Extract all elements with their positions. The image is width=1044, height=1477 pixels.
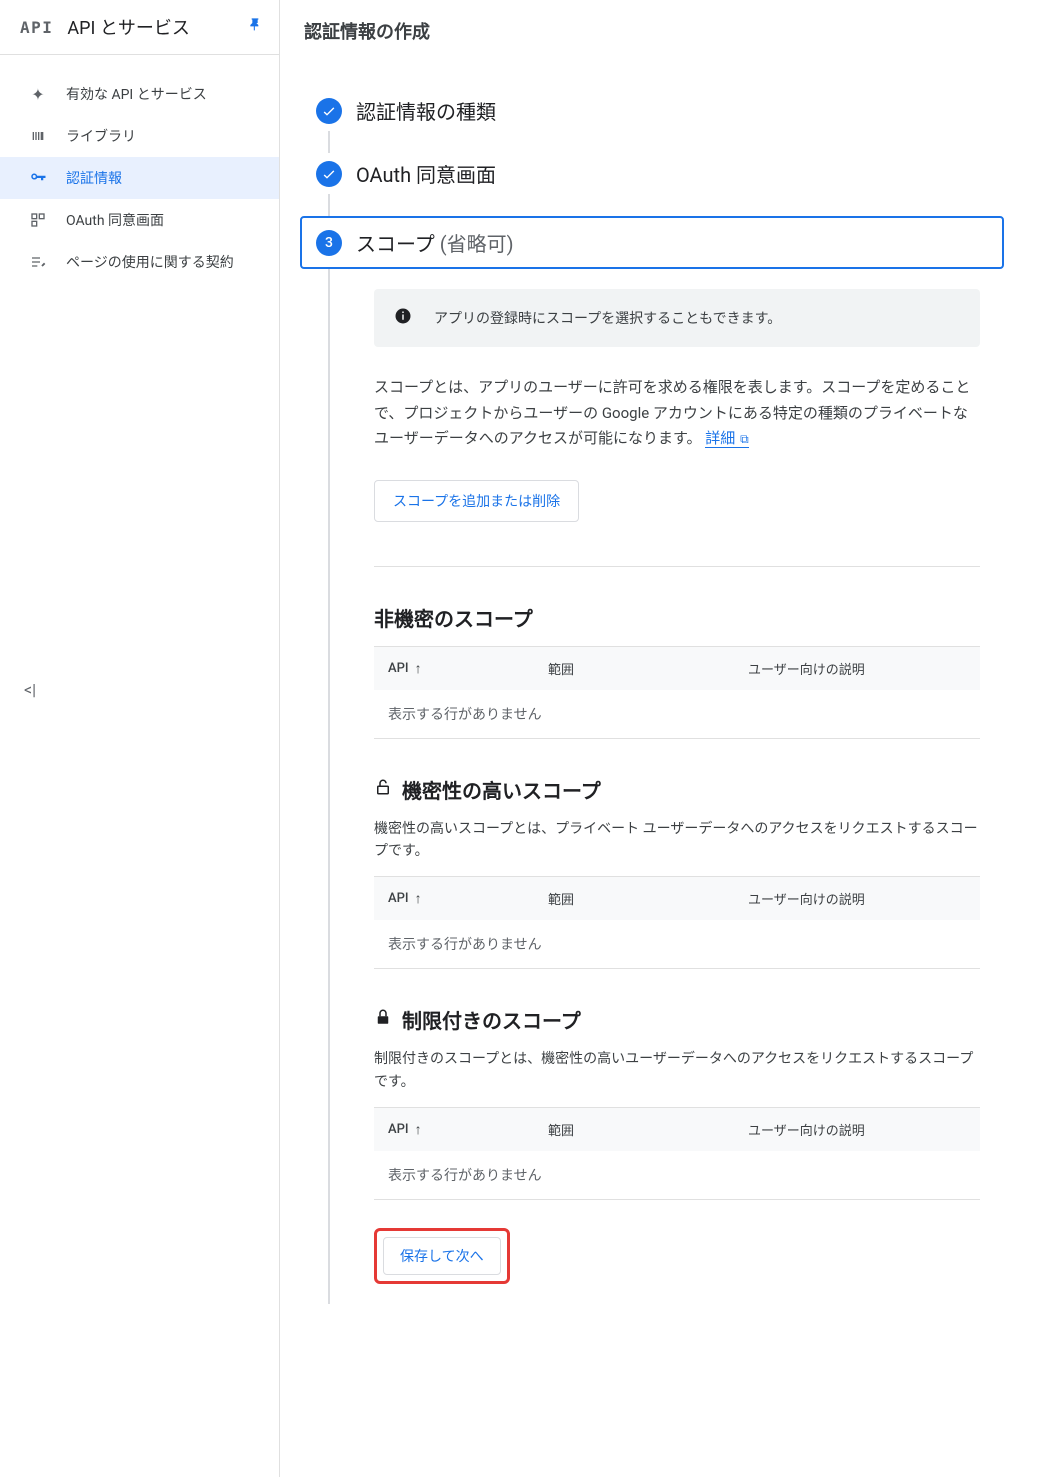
nonsensitive-section-title: 非機密のスコープ bbox=[374, 603, 980, 632]
pin-icon[interactable] bbox=[247, 17, 263, 37]
sort-up-icon: ↑ bbox=[415, 660, 422, 677]
step-connector bbox=[328, 194, 330, 216]
lock-icon bbox=[374, 1008, 392, 1031]
step-connector bbox=[328, 131, 330, 153]
check-icon bbox=[316, 161, 342, 187]
col-scope[interactable]: 範囲 bbox=[548, 1120, 688, 1139]
diamond-icon: ✦ bbox=[28, 84, 48, 104]
library-icon bbox=[28, 126, 48, 146]
col-desc[interactable]: ユーザー向けの説明 bbox=[748, 1120, 966, 1139]
sidebar: API API とサービス ✦ 有効な API とサービス ライブラリ bbox=[0, 0, 280, 1477]
learn-more-link[interactable]: 詳細 ⧉ bbox=[705, 429, 749, 448]
stepper: 認証情報の種類 OAuth 同意画面 3 スコープ (省略可) bbox=[280, 62, 1044, 1304]
highlight-box: 保存して次へ bbox=[374, 1228, 510, 1284]
step-content: アプリの登録時にスコープを選択することもできます。 スコープとは、アプリのユーザ… bbox=[328, 269, 1020, 1304]
table-header: API↑ 範囲 ユーザー向けの説明 bbox=[374, 646, 980, 690]
key-icon bbox=[28, 168, 48, 188]
api-logo: API bbox=[20, 18, 53, 37]
step-number: 3 bbox=[316, 230, 342, 256]
nav-label: ライブラリ bbox=[66, 126, 136, 146]
divider bbox=[374, 566, 980, 567]
save-and-continue-button[interactable]: 保存して次へ bbox=[383, 1237, 501, 1275]
nav-list: ✦ 有効な API とサービス ライブラリ 認証情報 OAuth 同意画面 bbox=[0, 55, 279, 283]
page-title: 認証情報の作成 bbox=[280, 0, 1044, 62]
nav-label: 認証情報 bbox=[66, 168, 122, 188]
banner-text: アプリの登録時にスコープを選択することもできます。 bbox=[434, 308, 781, 328]
main-content: 認証情報の作成 認証情報の種類 OAuth 同意画面 3 スコープ bbox=[280, 0, 1044, 1477]
step-2[interactable]: OAuth 同意画面 bbox=[316, 153, 1020, 194]
table-header: API↑ 範囲 ユーザー向けの説明 bbox=[374, 876, 980, 920]
sort-up-icon: ↑ bbox=[415, 890, 422, 907]
lock-open-icon bbox=[374, 778, 392, 801]
col-api[interactable]: API↑ bbox=[388, 1120, 488, 1139]
col-api[interactable]: API↑ bbox=[388, 659, 488, 678]
consent-icon bbox=[28, 210, 48, 230]
col-scope[interactable]: 範囲 bbox=[548, 889, 688, 908]
table-header: API↑ 範囲 ユーザー向けの説明 bbox=[374, 1107, 980, 1151]
sensitive-desc: 機密性の高いスコープとは、プライベート ユーザーデータへのアクセスをリクエストす… bbox=[374, 818, 980, 863]
step-1[interactable]: 認証情報の種類 bbox=[316, 90, 1020, 131]
nav-label: ページの使用に関する契約 bbox=[66, 252, 234, 272]
external-link-icon: ⧉ bbox=[737, 432, 749, 446]
col-desc[interactable]: ユーザー向けの説明 bbox=[748, 659, 966, 678]
step-3-active: 3 スコープ (省略可) bbox=[300, 216, 1004, 269]
step-label: OAuth 同意画面 bbox=[356, 159, 496, 188]
sensitive-section-title: 機密性の高いスコープ bbox=[374, 775, 980, 804]
step-label: スコープ bbox=[356, 232, 435, 256]
sidebar-item-library[interactable]: ライブラリ bbox=[0, 115, 279, 157]
restricted-section-title: 制限付きのスコープ bbox=[374, 1005, 980, 1034]
col-desc[interactable]: ユーザー向けの説明 bbox=[748, 889, 966, 908]
sidebar-item-page-usage[interactable]: ページの使用に関する契約 bbox=[0, 241, 279, 283]
empty-state: 表示する行がありません bbox=[374, 690, 980, 739]
step-sublabel: (省略可) bbox=[440, 232, 514, 256]
collapse-sidebar-icon[interactable]: <| bbox=[24, 680, 36, 699]
col-api[interactable]: API↑ bbox=[388, 889, 488, 908]
empty-state: 表示する行がありません bbox=[374, 1151, 980, 1200]
sort-up-icon: ↑ bbox=[415, 1121, 422, 1138]
nav-label: OAuth 同意画面 bbox=[66, 210, 164, 230]
nav-label: 有効な API とサービス bbox=[66, 84, 207, 104]
scope-description: スコープとは、アプリのユーザーに許可を求める権限を表します。スコープを定めること… bbox=[374, 375, 980, 452]
sidebar-title: API とサービス bbox=[67, 14, 247, 40]
info-banner: アプリの登録時にスコープを選択することもできます。 bbox=[374, 289, 980, 347]
col-scope[interactable]: 範囲 bbox=[548, 659, 688, 678]
sidebar-header: API API とサービス bbox=[0, 0, 279, 55]
sidebar-item-oauth-consent[interactable]: OAuth 同意画面 bbox=[0, 199, 279, 241]
add-remove-scopes-button[interactable]: スコープを追加または削除 bbox=[374, 480, 579, 522]
settings-list-icon bbox=[28, 252, 48, 272]
restricted-desc: 制限付きのスコープとは、機密性の高いユーザーデータへのアクセスをリクエストするス… bbox=[374, 1048, 980, 1093]
empty-state: 表示する行がありません bbox=[374, 920, 980, 969]
check-icon bbox=[316, 98, 342, 124]
info-icon bbox=[394, 307, 412, 329]
sidebar-item-enabled-apis[interactable]: ✦ 有効な API とサービス bbox=[0, 73, 279, 115]
step-label: 認証情報の種類 bbox=[356, 96, 496, 125]
sidebar-item-credentials[interactable]: 認証情報 bbox=[0, 157, 279, 199]
